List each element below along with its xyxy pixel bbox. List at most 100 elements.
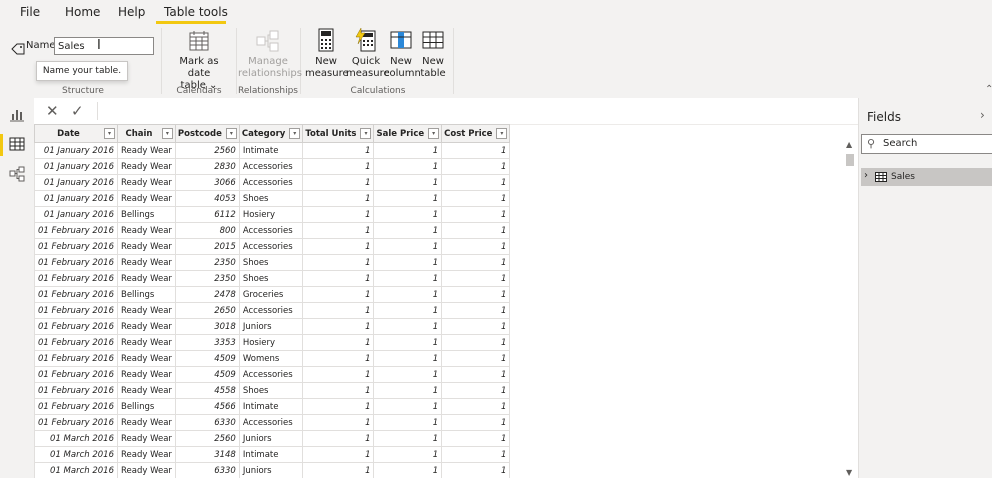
table-cell[interactable]: 1: [441, 350, 511, 367]
table-cell[interactable]: 2478: [174, 286, 240, 303]
column-header[interactable]: Postcode ▾: [174, 124, 240, 143]
table-cell[interactable]: 1: [373, 238, 443, 255]
table-cell[interactable]: 1: [373, 446, 443, 463]
table-cell[interactable]: Accessories: [238, 174, 304, 191]
scroll-thumb[interactable]: [846, 154, 854, 166]
table-cell[interactable]: 01 February 2016: [34, 334, 118, 351]
column-header[interactable]: Total Units ▾: [302, 124, 375, 143]
commit-formula-icon[interactable]: ✓: [71, 102, 84, 120]
table-row[interactable]: 01 January 2016 Bellings 6112 Hosiery 1 1 1: [34, 206, 511, 223]
table-cell[interactable]: 1: [373, 254, 443, 271]
table-cell[interactable]: Ready Wear: [116, 174, 176, 191]
column-filter-icon[interactable]: ▾: [360, 128, 372, 139]
table-cell[interactable]: Ready Wear: [116, 414, 176, 431]
table-cell[interactable]: 01 February 2016: [34, 318, 118, 335]
scroll-down-icon[interactable]: ▼: [846, 468, 852, 477]
table-cell[interactable]: 01 January 2016: [34, 206, 118, 223]
table-row[interactable]: 01 February 2016 Ready Wear 4558 Shoes 1 1 1: [34, 382, 511, 399]
table-cell[interactable]: 01 January 2016: [34, 142, 118, 159]
table-cell[interactable]: 1: [302, 382, 375, 399]
table-cell[interactable]: 2830: [174, 158, 240, 175]
table-cell[interactable]: 1: [302, 398, 375, 415]
collapse-ribbon-icon[interactable]: ⌃: [985, 84, 992, 95]
table-cell[interactable]: Ready Wear: [116, 430, 176, 447]
table-cell[interactable]: 1: [441, 286, 511, 303]
table-cell[interactable]: 1: [373, 302, 443, 319]
table-cell[interactable]: 3018: [174, 318, 240, 335]
table-cell[interactable]: 2650: [174, 302, 240, 319]
quick-measure-button[interactable]: Quick measure: [346, 28, 390, 80]
scroll-up-icon[interactable]: ▲: [846, 140, 852, 149]
table-cell[interactable]: 1: [373, 414, 443, 431]
table-cell[interactable]: Ready Wear: [116, 462, 176, 478]
table-cell[interactable]: 1: [302, 158, 375, 175]
table-cell[interactable]: 1: [373, 382, 443, 399]
table-cell[interactable]: Ready Wear: [116, 334, 176, 351]
table-cell[interactable]: 1: [302, 190, 375, 207]
table-cell[interactable]: 1: [373, 158, 443, 175]
table-cell[interactable]: Ready Wear: [116, 142, 176, 159]
new-column-button[interactable]: New column: [384, 28, 421, 80]
table-cell[interactable]: 1: [441, 334, 511, 351]
data-view-icon[interactable]: [9, 136, 25, 152]
table-cell[interactable]: 01 February 2016: [34, 254, 118, 271]
table-cell[interactable]: 2560: [174, 430, 240, 447]
table-cell[interactable]: 1: [302, 318, 375, 335]
table-row[interactable]: 01 March 2016 Ready Wear 6330 Juniors 1 1 1: [34, 462, 511, 478]
column-header[interactable]: Chain ▾: [116, 124, 176, 143]
table-cell[interactable]: 1: [441, 254, 511, 271]
table-cell[interactable]: 1: [441, 238, 511, 255]
cancel-formula-icon[interactable]: ✕: [46, 102, 59, 120]
table-cell[interactable]: Hosiery: [238, 334, 304, 351]
table-cell[interactable]: 01 January 2016: [34, 190, 118, 207]
table-cell[interactable]: Hosiery: [238, 206, 304, 223]
table-cell[interactable]: 1: [373, 462, 443, 478]
table-cell[interactable]: 1: [373, 222, 443, 239]
table-row[interactable]: 01 February 2016 Ready Wear 2350 Shoes 1 1 1: [34, 270, 511, 287]
table-cell[interactable]: 1: [441, 430, 511, 447]
table-cell[interactable]: Groceries: [238, 286, 304, 303]
table-cell[interactable]: 1: [302, 446, 375, 463]
table-cell[interactable]: 1: [302, 238, 375, 255]
table-cell[interactable]: 1: [302, 286, 375, 303]
table-cell[interactable]: 1: [302, 414, 375, 431]
manage-relationships-button[interactable]: Manage relationships: [238, 30, 302, 80]
menu-home[interactable]: Home: [65, 5, 100, 19]
table-cell[interactable]: 2350: [174, 270, 240, 287]
table-cell[interactable]: 01 February 2016: [34, 398, 118, 415]
table-cell[interactable]: Accessories: [238, 366, 304, 383]
table-cell[interactable]: 6112: [174, 206, 240, 223]
table-cell[interactable]: 1: [373, 206, 443, 223]
table-cell[interactable]: 1: [302, 174, 375, 191]
table-cell[interactable]: Ready Wear: [116, 158, 176, 175]
table-cell[interactable]: Ready Wear: [116, 222, 176, 239]
table-cell[interactable]: Shoes: [238, 190, 304, 207]
table-cell[interactable]: 01 February 2016: [34, 238, 118, 255]
column-filter-icon[interactable]: ▾: [161, 128, 173, 139]
table-cell[interactable]: Ready Wear: [116, 238, 176, 255]
table-cell[interactable]: 1: [441, 190, 511, 207]
table-cell[interactable]: 01 March 2016: [34, 462, 118, 478]
table-cell[interactable]: Intimate: [238, 446, 304, 463]
table-cell[interactable]: 1: [302, 222, 375, 239]
chevron-right-icon[interactable]: ›: [864, 170, 868, 181]
model-view-icon[interactable]: [9, 166, 25, 182]
column-header[interactable]: Category ▾: [238, 124, 304, 143]
table-cell[interactable]: 3148: [174, 446, 240, 463]
table-row[interactable]: 01 March 2016 Ready Wear 3148 Intimate 1 1 1: [34, 446, 511, 463]
table-row[interactable]: 01 February 2016 Ready Wear 4509 Womens 1 1 1: [34, 350, 511, 367]
table-cell[interactable]: 01 March 2016: [34, 430, 118, 447]
column-filter-icon[interactable]: ▾: [289, 128, 301, 139]
field-table-item[interactable]: › Sales: [861, 168, 992, 186]
table-cell[interactable]: 01 February 2016: [34, 302, 118, 319]
table-cell[interactable]: 01 January 2016: [34, 158, 118, 175]
table-cell[interactable]: Ready Wear: [116, 350, 176, 367]
mark-as-date-table-button[interactable]: Mark as date table ⌄: [167, 30, 231, 92]
table-row[interactable]: 01 February 2016 Ready Wear 2015 Accessorie…: [34, 238, 511, 255]
table-cell[interactable]: 1: [373, 334, 443, 351]
table-cell[interactable]: 01 January 2016: [34, 174, 118, 191]
table-cell[interactable]: Accessories: [238, 222, 304, 239]
table-cell[interactable]: 1: [441, 206, 511, 223]
table-cell[interactable]: 2015: [174, 238, 240, 255]
table-cell[interactable]: 01 February 2016: [34, 366, 118, 383]
